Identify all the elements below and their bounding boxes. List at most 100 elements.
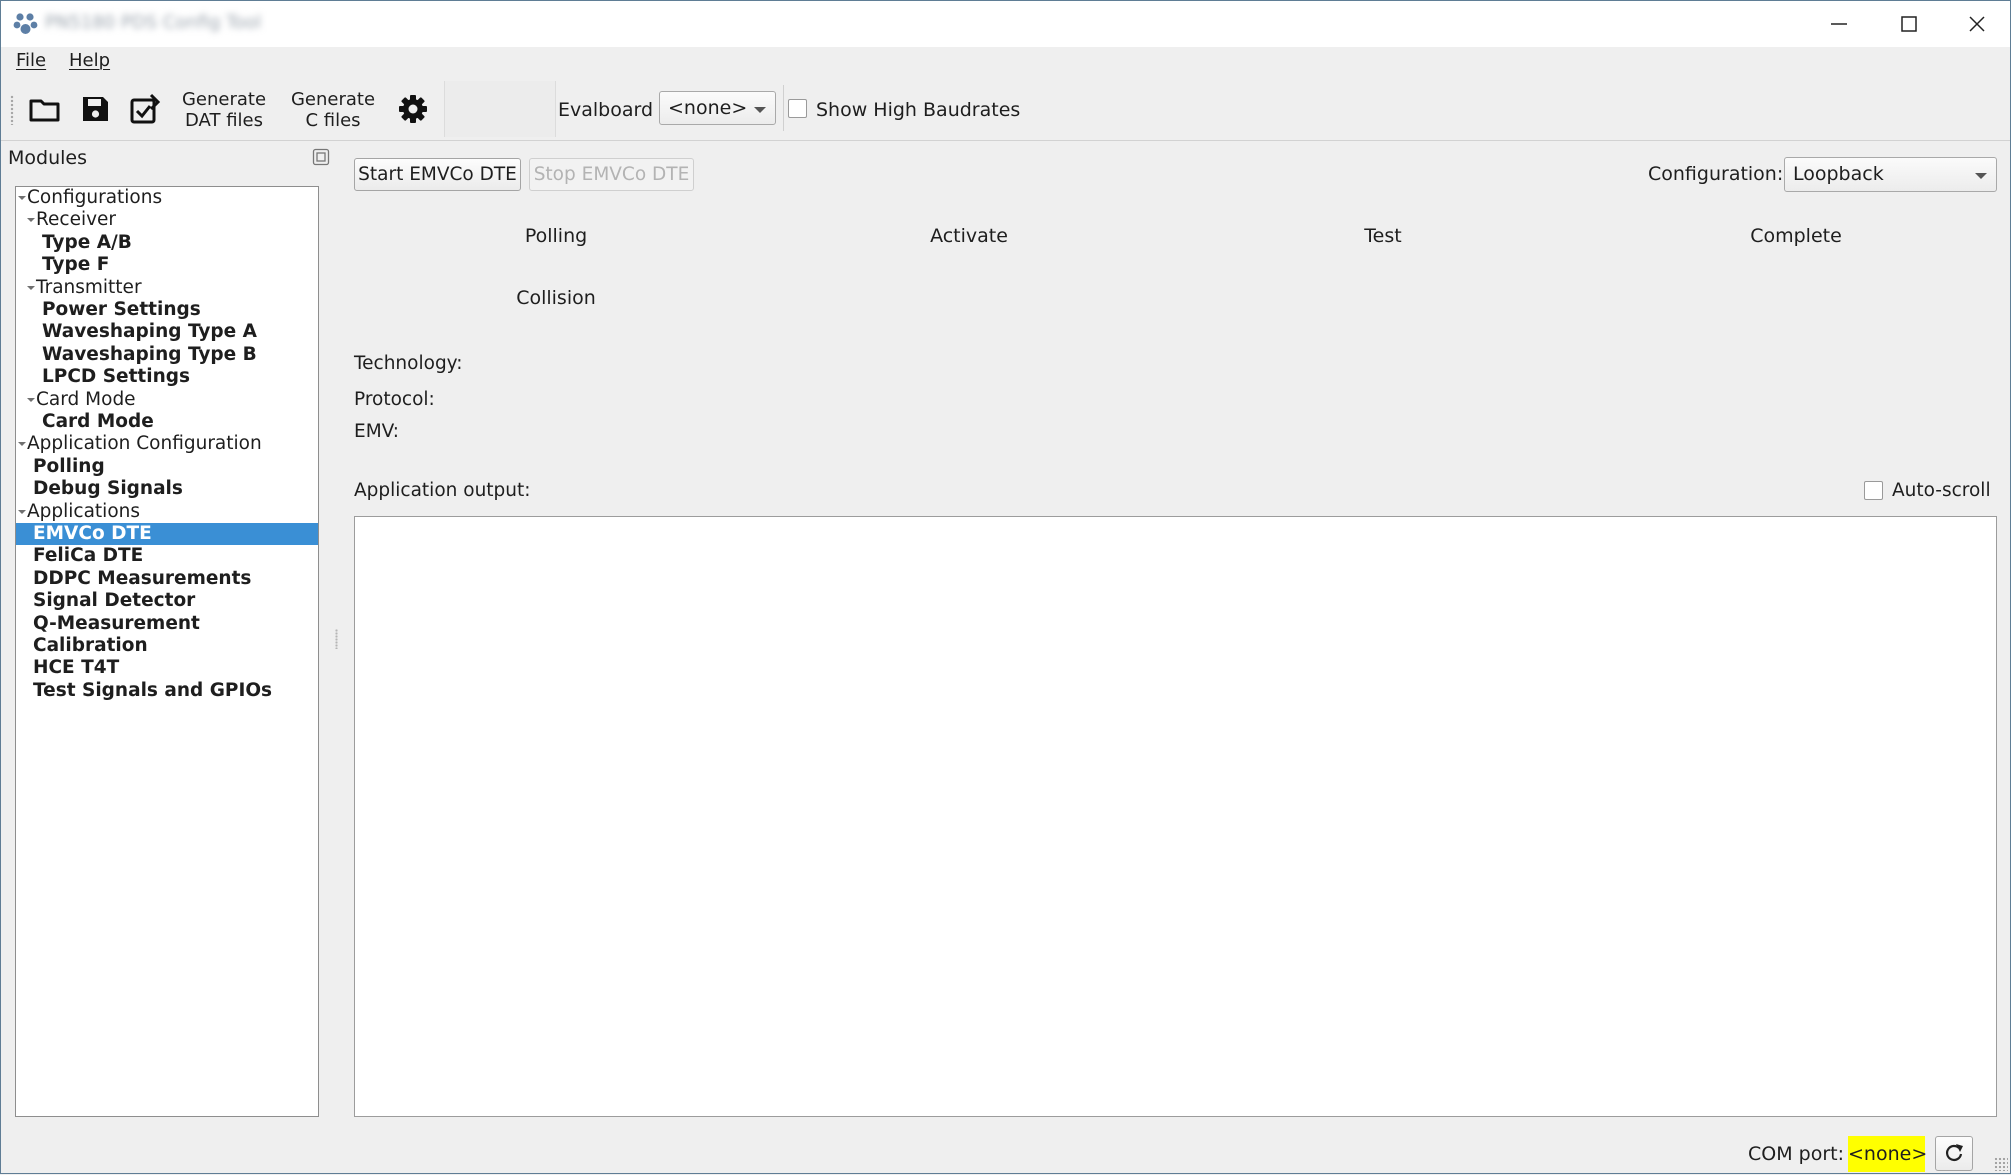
expand-arrow-icon[interactable]	[27, 398, 35, 402]
protocol-label: Protocol:	[354, 389, 435, 410]
tree-item-label: Q-Measurement	[33, 613, 200, 634]
expand-arrow-icon[interactable]	[27, 218, 35, 222]
expand-arrow-icon[interactable]	[18, 510, 26, 514]
tree-item[interactable]: Q-Measurement	[16, 613, 318, 635]
com-port-value: <none>	[1848, 1136, 1927, 1172]
high-baudrates-label: Show High Baudrates	[816, 99, 1021, 121]
menu-help[interactable]: Help	[69, 50, 110, 71]
expand-arrow-icon[interactable]	[18, 442, 26, 446]
evalboard-label: Evalboard	[558, 99, 654, 121]
tree-item[interactable]: LPCD Settings	[16, 366, 318, 388]
auto-scroll-checkbox[interactable]	[1864, 481, 1883, 500]
menu-file[interactable]: File	[16, 50, 46, 71]
tree-item-label: Type F	[42, 254, 110, 275]
tree-item[interactable]: Type F	[16, 254, 318, 276]
generate-dat-button[interactable]: Generate DAT files	[177, 89, 271, 131]
tree-item[interactable]: Configurations	[16, 187, 318, 209]
tree-item-label: DDPC Measurements	[33, 568, 252, 589]
generate-dat-line2: DAT files	[185, 110, 263, 131]
tree-item[interactable]: Power Settings	[16, 299, 318, 321]
expand-arrow-icon[interactable]	[27, 286, 35, 290]
expand-arrow-icon[interactable]	[18, 196, 26, 200]
toolbar: Generate DAT files Generate C files Eval…	[1, 77, 2010, 141]
emv-label: EMV:	[354, 421, 400, 442]
stage-polling: Polling	[524, 225, 588, 247]
tree-item-label: HCE T4T	[33, 657, 120, 678]
auto-scroll-label: Auto-scroll	[1892, 480, 1991, 501]
tree-item-label: LPCD Settings	[42, 366, 191, 387]
tree-item[interactable]: Waveshaping Type B	[16, 344, 318, 366]
save-as-icon[interactable]	[127, 91, 163, 127]
tree-item[interactable]: FeliCa DTE	[16, 545, 318, 567]
gear-icon[interactable]	[395, 91, 431, 127]
tree-item[interactable]: Card Mode	[16, 411, 318, 433]
evalboard-select[interactable]: <none>	[659, 91, 776, 125]
window-title: PN5180 PDS Config Tool	[45, 12, 262, 33]
save-icon[interactable]	[77, 91, 113, 127]
stage-collision: Collision	[516, 287, 596, 309]
close-icon	[1969, 16, 1985, 32]
refresh-icon	[1946, 1144, 1963, 1161]
tree-item-label: Receiver	[36, 209, 117, 230]
tree-item[interactable]: Type A/B	[16, 232, 318, 254]
tree-item-label: Card Mode	[42, 411, 154, 432]
tree-item-label: Transmitter	[36, 277, 142, 298]
maximize-button[interactable]	[1874, 1, 1944, 47]
folder-open-icon[interactable]	[27, 91, 63, 127]
evalboard-value: <none>	[668, 97, 748, 119]
technology-label: Technology:	[354, 353, 463, 374]
tree-item-label: Power Settings	[42, 299, 201, 320]
close-button[interactable]	[1942, 1, 2011, 47]
chevron-down-icon	[1975, 173, 1987, 179]
tree-item[interactable]: Signal Detector	[16, 590, 318, 612]
generate-c-button[interactable]: Generate C files	[286, 89, 380, 131]
undock-icon[interactable]	[312, 148, 330, 166]
chevron-down-icon	[754, 107, 766, 113]
generate-c-line1: Generate	[290, 89, 376, 110]
tree-item[interactable]: Calibration	[16, 635, 318, 657]
start-emvco-button[interactable]: Start EMVCo DTE	[354, 158, 521, 191]
tree-item-label: Calibration	[33, 635, 148, 656]
tree-item[interactable]: DDPC Measurements	[16, 568, 318, 590]
tree-item-label: Test Signals and GPIOs	[33, 680, 273, 701]
application-output-label: Application output:	[354, 480, 531, 501]
tree-item[interactable]: Applications	[16, 501, 318, 523]
app-icon	[13, 13, 38, 34]
tree-item-label: Card Mode	[36, 389, 136, 410]
tree-item[interactable]: Waveshaping Type A	[16, 321, 318, 343]
stage-activate: Activate	[930, 225, 1008, 247]
tree-item-label: Type A/B	[42, 232, 132, 253]
tree-item[interactable]: HCE T4T	[16, 657, 318, 679]
tree-item-label: EMVCo DTE	[33, 523, 152, 544]
application-output-textarea[interactable]	[354, 516, 1997, 1117]
configuration-label: Configuration:	[1648, 163, 1784, 185]
tree-item-label: FeliCa DTE	[33, 545, 144, 566]
configuration-select[interactable]: Loopback	[1784, 157, 1997, 192]
tree-item[interactable]: Application Configuration	[16, 433, 318, 455]
tree-item[interactable]: Card Mode	[16, 389, 318, 411]
splitter-handle[interactable]	[335, 629, 338, 649]
minimize-icon	[1831, 23, 1847, 25]
minimize-button[interactable]	[1804, 1, 1874, 47]
high-baudrates-checkbox[interactable]	[788, 99, 807, 118]
tree-item-label: Debug Signals	[33, 478, 183, 499]
configuration-value: Loopback	[1793, 163, 1884, 185]
toolbar-divider	[783, 85, 784, 131]
resize-grip[interactable]	[1994, 1157, 2008, 1171]
tree-item[interactable]: Receiver	[16, 209, 318, 231]
tree-item[interactable]: Debug Signals	[16, 478, 318, 500]
com-port-label: COM port:	[1748, 1143, 1845, 1165]
tree-item-label: Application Configuration	[27, 433, 262, 454]
tree-item-label: Polling	[33, 456, 105, 477]
tree-item[interactable]: Test Signals and GPIOs	[16, 680, 318, 702]
tree-item-label: Applications	[27, 501, 141, 522]
generate-c-line2: C files	[305, 110, 361, 131]
tree-item[interactable]: Polling	[16, 456, 318, 478]
refresh-com-button[interactable]	[1935, 1136, 1973, 1171]
toolbar-grip[interactable]	[10, 95, 14, 125]
modules-tree[interactable]: Configurations Receiver Type A/B Type F Tran…	[15, 186, 319, 1117]
tree-item[interactable]: EMVCo DTE	[16, 523, 318, 545]
stop-emvco-button[interactable]: Stop EMVCo DTE	[529, 158, 694, 191]
tree-item[interactable]: Transmitter	[16, 277, 318, 299]
tree-item-label: Waveshaping Type A	[42, 321, 257, 342]
